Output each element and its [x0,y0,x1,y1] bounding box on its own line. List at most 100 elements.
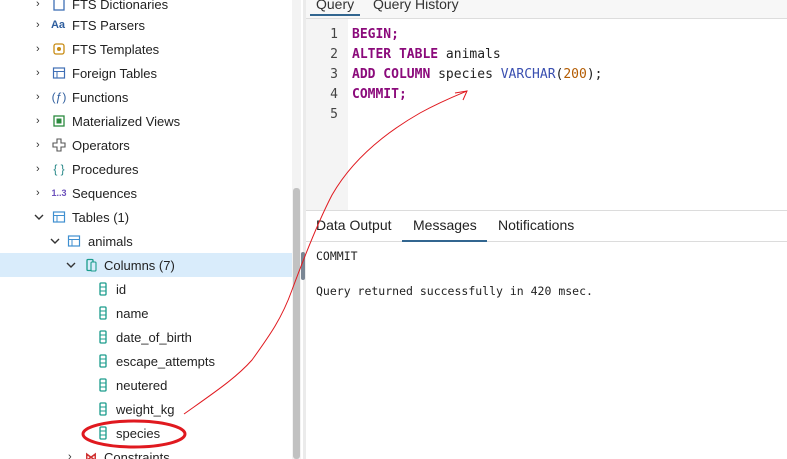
tree-item-column-name[interactable]: name [0,301,292,325]
column-icon [96,378,110,392]
sql-identifier: species [430,67,501,82]
table-icon [67,234,81,248]
tree-item-column-escape-attempts[interactable]: escape_attempts [0,349,292,373]
sql-identifier: animals [438,47,501,62]
chevron-right-icon[interactable]: › [36,164,44,175]
constraints-icon: ⋈ [85,450,97,459]
tree-item-constraints[interactable]: › ⋈ Constraints [0,445,292,459]
chevron-right-icon[interactable]: › [36,188,44,199]
functions-icon: (ƒ) [51,90,67,104]
tree-item-sequences[interactable]: › 1..3 Sequences [0,181,292,205]
fts-templates-icon [52,42,66,56]
line-number: 5 [330,107,338,122]
splitter-handle[interactable] [301,252,305,280]
tree-item-label: Operators [72,137,130,153]
code-line: ALTER TABLE animals [352,47,501,62]
code-line: ADD COLUMN species VARCHAR(200); [352,67,603,82]
sql-keyword: ALTER TABLE [352,47,439,62]
tree-item-animals[interactable]: animals [0,229,292,253]
chevron-right-icon[interactable]: › [36,140,44,151]
sql-paren: ); [586,67,603,82]
line-number: 1 [330,27,338,42]
column-icon [96,402,110,416]
tree-item-label: Tables (1) [72,209,130,225]
column-icon [96,426,110,440]
tree-item-label: Foreign Tables [72,65,158,81]
tree-item-column-id[interactable]: id [0,277,292,301]
tree-item-label: Sequences [72,185,138,201]
results-tabbar: Data Output Messages Notifications [306,211,787,242]
tree-item-label: neutered [116,377,168,393]
chevron-right-icon[interactable]: › [36,20,44,31]
tree-item-column-date-of-birth[interactable]: date_of_birth [0,325,292,349]
chevron-down-icon[interactable] [34,213,44,221]
tab-notifications[interactable]: Notifications [498,217,574,233]
tab-messages[interactable]: Messages [402,217,487,242]
line-number: 3 [330,67,338,82]
tree-item-label: Functions [72,89,129,105]
tree-item-label: date_of_birth [116,329,192,345]
message-line: COMMIT [316,249,358,263]
column-icon [96,330,110,344]
tree-item-label: weight_kg [116,401,175,417]
chevron-right-icon[interactable]: › [36,0,44,10]
query-tabbar: Query Query History [306,0,787,19]
chevron-right-icon[interactable]: › [36,44,44,55]
tab-data-output[interactable]: Data Output [316,217,392,233]
chevron-right-icon[interactable]: › [36,92,44,103]
chevron-right-icon[interactable]: › [36,116,44,127]
sequences-icon: 1..3 [51,188,67,198]
sql-keyword: ADD COLUMN [352,67,431,82]
procedures-icon: { } [53,162,65,176]
tree-item-label: Constraints [104,449,170,459]
tab-query[interactable]: Query [309,0,361,16]
materialized-views-icon [52,114,66,128]
fts-dictionaries-icon [52,0,66,11]
code-line: BEGIN; [352,27,399,42]
operators-icon [52,138,66,152]
tables-icon [52,210,66,224]
tree-item-label: Procedures [72,161,139,177]
chevron-down-icon[interactable] [50,237,60,245]
tree-item-column-neutered[interactable]: neutered [0,373,292,397]
code-line: COMMIT; [352,87,407,102]
fts-parsers-icon: Aa [50,19,66,31]
column-icon [96,306,110,320]
tree-scrollbar-thumb[interactable] [293,188,300,459]
line-number: 2 [330,47,338,62]
chevron-right-icon[interactable]: › [36,68,44,79]
tree-item-operators[interactable]: › Operators [0,133,292,157]
tree-item-columns[interactable]: Columns (7) [0,253,303,277]
line-number-gutter: 1 2 3 4 5 [306,19,348,211]
query-tool: Query Query History 1 2 3 4 5 BEGIN; ALT… [306,0,787,459]
tree-item-column-species[interactable]: species [0,421,292,445]
tree-item-label: name [116,305,149,321]
message-line: Query returned successfully in 420 msec. [316,284,593,298]
tree-item-label: FTS Dictionaries [72,0,169,12]
tree-item-label: escape_attempts [116,353,216,369]
tree-item-label: animals [88,233,133,249]
tree-item-functions[interactable]: › (ƒ) Functions [0,85,292,109]
columns-icon [84,258,98,272]
tab-query-history[interactable]: Query History [373,0,459,12]
line-number: 4 [330,87,338,102]
chevron-right-icon[interactable]: › [68,452,76,459]
chevron-down-icon[interactable] [66,261,76,269]
tree-item-materialized-views[interactable]: › Materialized Views [0,109,292,133]
sql-keyword: BEGIN; [352,27,399,42]
tree-item-fts-templates[interactable]: › FTS Templates [0,37,292,61]
sql-number: 200 [563,67,587,82]
tree-item-fts-parsers[interactable]: › Aa FTS Parsers [0,13,292,37]
tree-item-foreign-tables[interactable]: › Foreign Tables [0,61,292,85]
sql-keyword: COMMIT; [352,87,407,102]
object-tree: › FTS Dictionaries › Aa FTS Parsers › FT… [0,0,303,459]
sql-type: VARCHAR [500,67,556,82]
tree-item-label: FTS Templates [72,41,160,57]
tree-item-label: Columns (7) [104,257,175,273]
tree-item-column-weight-kg[interactable]: weight_kg [0,397,292,421]
tree-item-label: Materialized Views [72,113,181,129]
foreign-tables-icon [52,66,66,80]
tree-item-label: species [116,425,161,441]
tree-item-tables[interactable]: Tables (1) [0,205,292,229]
tree-item-procedures[interactable]: › { } Procedures [0,157,292,181]
